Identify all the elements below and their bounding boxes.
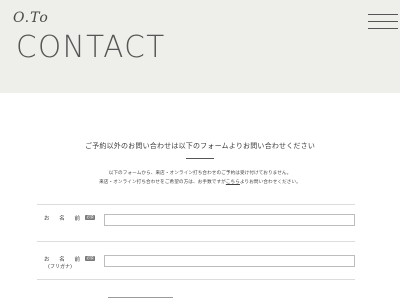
contact-heading: ご予約以外のお問い合わせは以下のフォームよりお問い合わせください <box>84 142 316 150</box>
required-badge: 必須 <box>85 215 95 220</box>
reservation-link[interactable]: こちら <box>226 180 240 185</box>
menu-line <box>368 14 398 15</box>
intro-line-2: 来店・オンライン打ち合わせをご希望の方は、お手数ですがこちらよりお問い合わせくだ… <box>0 179 400 185</box>
intro-line-1: 以下のフォームから、来店・オンライン打ち合わせのご予約は受け付けておりません。 <box>108 171 292 176</box>
next-field-edge[interactable] <box>108 297 173 298</box>
required-badge: 必須 <box>85 256 95 261</box>
form-divider <box>37 204 355 205</box>
intro-line-2-after: よりお問い合わせください。 <box>239 180 301 185</box>
form-divider <box>37 279 355 280</box>
heading-divider <box>186 158 214 159</box>
form-divider <box>37 241 355 242</box>
name-kana-sublabel: (フリガナ) <box>48 264 72 270</box>
hamburger-menu-icon[interactable] <box>368 14 398 32</box>
name-kana-label: お 名 前 <box>44 257 84 263</box>
name-input[interactable] <box>104 214 355 226</box>
menu-line <box>368 28 398 29</box>
brand-logo[interactable]: O.To <box>13 10 49 26</box>
name-label: お 名 前 <box>44 216 84 222</box>
intro-line-2-before: 来店・オンライン打ち合わせをご希望の方は、お手数ですが <box>99 180 226 185</box>
menu-line <box>368 21 398 22</box>
page-hero: O.To CONTACT <box>0 0 400 93</box>
page-title: CONTACT <box>16 30 166 65</box>
name-kana-input[interactable] <box>104 255 355 267</box>
